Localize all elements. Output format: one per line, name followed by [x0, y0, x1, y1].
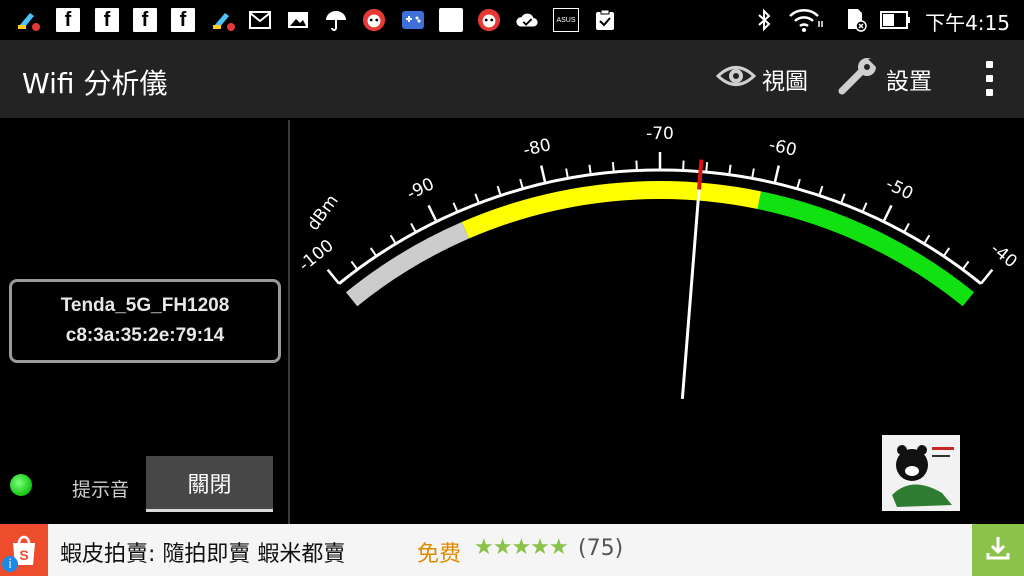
view-button-label: 視圖 [762, 69, 808, 95]
gauge-zone-2 [757, 191, 975, 307]
blank-notif-icon [439, 8, 463, 32]
network-bssid: c8:3a:35:2e:79:14 [65, 325, 225, 346]
gauge-minor-tick [942, 247, 951, 257]
gauge-major-tick [773, 165, 780, 184]
gauge-minor-tick [474, 193, 480, 204]
overflow-menu-icon[interactable] [984, 61, 994, 97]
cloud-check-icon [515, 8, 539, 32]
gauge-minor-tick [611, 162, 615, 173]
settings-button-label: 設置 [886, 69, 932, 95]
install-button[interactable] [972, 524, 1024, 576]
gauge-major-tick [427, 204, 438, 223]
gauge-minor-tick [410, 222, 417, 233]
wifi-icon [788, 8, 824, 32]
gauge-minor-tick [565, 168, 569, 179]
gauge-tick-label: -80 [521, 135, 553, 161]
gauge-minor-tick [705, 162, 709, 173]
gauge-minor-tick [588, 164, 592, 175]
gauge-zone-1 [461, 181, 762, 239]
gauge-major-tick [326, 268, 341, 285]
gauge-minor-tick [923, 234, 931, 245]
gauge-minor-tick [818, 185, 824, 196]
game-controller-icon [401, 8, 425, 32]
gauge-minor-tick [840, 193, 846, 204]
download-icon [983, 533, 1013, 567]
status-clock: 下午4:15 [925, 11, 1010, 35]
status-bar: f f f f ASUS 下午4:15 [0, 0, 1024, 40]
facebook-icon: f [133, 8, 157, 32]
umbrella-icon [324, 8, 348, 32]
gauge-minor-tick [861, 202, 868, 213]
app-bar: Wifi 分析儀 視圖 設置 [0, 40, 1024, 118]
sd-card-icon [844, 8, 868, 32]
gauge-major-tick [979, 268, 994, 285]
gauge-minor-tick [389, 234, 397, 245]
gauge-tick-label: -40 [987, 239, 1021, 272]
gauge-minor-tick [350, 260, 359, 271]
gauge-unit-label: dBm [303, 191, 342, 234]
broom-alert-icon [16, 8, 40, 32]
mascot-notif-icon [477, 8, 501, 32]
ad-price: 免费 [417, 542, 462, 567]
network-card[interactable]: Tenda_5G_FH1208 c8:3a:35:2e:79:14 [9, 279, 281, 363]
image-icon [286, 8, 310, 32]
gauge-minor-tick [751, 168, 755, 179]
battery-icon [880, 8, 912, 32]
view-button[interactable]: 視圖 [715, 60, 808, 98]
gauge-minor-tick [369, 247, 378, 257]
gauge-minor-tick [452, 202, 459, 213]
wrench-icon [838, 57, 880, 101]
gauge-tick-label: -70 [646, 124, 674, 144]
gauge-minor-tick [519, 178, 524, 190]
ad-stars: ★★★★★ [474, 535, 569, 560]
facebook-icon: f [171, 8, 195, 32]
broom-alert-icon [211, 8, 235, 32]
gauge-minor-tick [961, 260, 970, 271]
gauge-minor-tick [496, 185, 502, 196]
gauge-minor-tick [903, 222, 910, 233]
facebook-icon: f [56, 8, 80, 32]
gauge-minor-tick [728, 164, 732, 175]
svg-text:S: S [19, 547, 28, 563]
network-ssid: Tenda_5G_FH1208 [60, 295, 230, 316]
clipboard-check-icon [593, 8, 617, 32]
facebook-icon: f [95, 8, 119, 32]
asus-icon: ASUS [553, 8, 579, 32]
gauge-major-tick [540, 165, 547, 184]
mascot-notif-icon [362, 8, 386, 32]
gauge-needle-shaft [680, 189, 701, 400]
signal-status-indicator [10, 474, 32, 496]
mascot-image [882, 435, 960, 511]
gauge-minor-tick [796, 178, 801, 190]
ad-title: 蝦皮拍賣: 隨拍即賣 蝦米都賣 [60, 542, 346, 567]
gauge-tick-label: -100 [295, 236, 338, 276]
settings-button[interactable]: 設置 [838, 57, 932, 101]
eye-icon [715, 63, 757, 95]
gauge-tick-label: -60 [767, 135, 799, 161]
bluetooth-icon [752, 8, 776, 32]
gauge-needle-tip [697, 159, 704, 190]
beep-toggle-button[interactable]: 關閉 [146, 456, 273, 512]
gauge-tick-label: -90 [404, 174, 438, 204]
mail-icon [248, 8, 272, 32]
ad-info-icon[interactable]: i [2, 556, 18, 572]
app-title: Wifi 分析儀 [22, 67, 168, 100]
gauge-zone-0 [345, 222, 469, 307]
left-panel: Tenda_5G_FH1208 c8:3a:35:2e:79:14 提示音 關閉 [0, 118, 288, 524]
gauge-major-tick [882, 204, 893, 223]
beep-label: 提示音 [72, 479, 130, 501]
ad-banner[interactable]: S 蝦皮拍賣: 隨拍即賣 蝦米都賣 免费 ★★★★★ (75) [0, 524, 1024, 576]
gauge-tick-label: -50 [882, 174, 916, 204]
ad-rating-count: (75) [578, 536, 624, 561]
